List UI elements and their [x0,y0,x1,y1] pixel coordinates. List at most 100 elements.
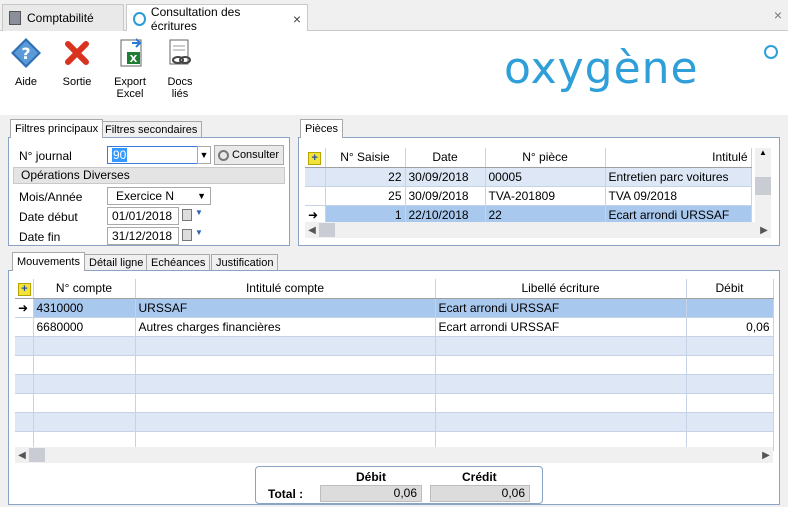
col-header[interactable]: Intitulé [605,148,752,168]
calculator-icon [9,11,21,25]
table-row [15,336,774,356]
cell: Ecart arrondi URSSAF [435,298,687,318]
col-header[interactable]: Débit [686,279,774,299]
calendar-icon[interactable] [182,229,192,241]
journal-input[interactable]: 90 [107,146,211,164]
date-fin-input[interactable]: 31/12/2018 [107,227,179,245]
mois-annee-select[interactable]: Exercice N ▼ [107,187,211,205]
consulter-label: Consulter [232,149,280,161]
cell [686,298,774,318]
journal-label: N° journal [19,149,72,163]
tab-detail-ligne[interactable]: Détail ligne [84,254,149,271]
tab-mouvements[interactable]: Mouvements [12,252,85,271]
total-debit: 0,06 [320,485,422,502]
linked-docs-icon [169,39,191,65]
table-row[interactable]: ➜ 4310000 URSSAF Ecart arrondi URSSAF [15,298,774,318]
col-header[interactable]: Intitulé compte [135,279,436,299]
aide-button[interactable]: ? Aide [4,37,48,88]
scroll-thumb[interactable] [755,177,771,195]
help-icon: ? [11,38,41,68]
journal-dropdown-icon[interactable]: ▼ [197,146,211,164]
scroll-left-icon[interactable]: ◀ [305,225,319,236]
journal-name: Opérations Diverses [13,167,285,184]
date-dropdown-icon[interactable]: ▼ [195,228,203,237]
table-row [15,412,774,432]
table-row [15,374,774,394]
scroll-left-icon[interactable]: ◀ [15,450,29,461]
col-header[interactable]: N° compte [33,279,136,299]
docs-lies-button[interactable]: Docs liés [158,37,202,100]
close-icon[interactable]: × [293,11,301,27]
cell: Autres charges financières [135,317,436,337]
table-row[interactable]: 25 30/09/2018 TVA-201809 TVA 09/2018 [305,186,752,206]
cell: 30/09/2018 [405,167,486,187]
excel-export-icon: X [120,38,142,67]
journal-value: 90 [112,148,128,162]
oxygene-logo: oxygène [504,43,699,94]
cell: 30/09/2018 [405,186,486,206]
cell: TVA 09/2018 [605,186,752,206]
horizontal-scrollbar[interactable]: ◀ ▶ [15,447,773,463]
mouvements-panel: + N° compte Intitulé compte Libellé écri… [8,270,780,505]
tab-label: Consultation des écritures [150,4,241,33]
atom-icon [133,11,146,26]
search-icon [218,149,229,161]
col-header[interactable]: N° Saisie [325,148,406,168]
date-fin-label: Date fin [19,230,61,244]
tab-consultation-ecritures[interactable]: Consultation des écritures × [126,4,308,33]
table-row[interactable]: 6680000 Autres charges financières Ecart… [15,317,774,337]
sortie-label: Sortie [62,76,92,88]
tab-echeances[interactable]: Echéances [146,254,211,271]
sortie-button[interactable]: Sortie [55,37,99,88]
svg-text:X: X [130,54,138,65]
tab-filtres-principaux[interactable]: Filtres principaux [10,119,104,138]
close-x-icon [65,41,89,65]
docs-label-1: Docs [167,76,193,88]
row-pointer-icon: ➜ [15,298,34,318]
tab-filtres-secondaires[interactable]: Filtres secondaires [100,121,203,138]
scroll-thumb[interactable] [319,223,335,237]
cell: 0,06 [686,317,774,337]
scroll-thumb[interactable] [29,448,45,462]
tab-label: Comptabilité [27,11,94,25]
consulter-button[interactable]: Consulter [214,145,284,165]
cell: 22 [325,167,406,187]
svg-text:?: ? [21,44,30,63]
scroll-right-icon[interactable]: ▶ [757,225,771,236]
col-header[interactable]: Date [405,148,486,168]
vertical-scrollbar[interactable]: ▲ [755,148,771,222]
export-excel-button[interactable]: X Export Excel [108,37,152,100]
chevron-down-icon: ▼ [197,191,206,201]
add-column-icon[interactable]: + [305,148,326,168]
export-label-2: Excel [116,88,144,100]
col-header[interactable]: Libellé écriture [435,279,687,299]
col-header[interactable]: N° pièce [485,148,606,168]
toolbar: ? Aide Sortie X Export Excel Docs liés o… [0,31,788,115]
totals-box: Débit Crédit Total : 0,06 0,06 [255,466,543,504]
debit-header: Débit [356,470,386,484]
calendar-icon[interactable] [182,209,192,221]
table-row[interactable]: 22 30/09/2018 00005 Entretien parc voitu… [305,167,752,187]
atom-logo-icon [764,45,778,59]
window-close-icon[interactable]: × [774,7,782,23]
tab-comptabilite[interactable]: Comptabilité [2,4,124,31]
table-row [15,393,774,413]
tab-justification[interactable]: Justification [211,254,279,271]
table-row [15,355,774,375]
add-column-icon[interactable]: + [15,279,34,299]
credit-header: Crédit [462,470,497,484]
cell: 6680000 [33,317,136,337]
cell: Entretien parc voitures [605,167,752,187]
scroll-right-icon[interactable]: ▶ [759,450,773,461]
pieces-panel: + N° Saisie Date N° pièce Intitulé 22 30… [298,137,780,246]
scroll-up-icon[interactable]: ▲ [755,148,771,157]
horizontal-scrollbar[interactable]: ◀ ▶ [305,222,771,238]
pieces-table: + N° Saisie Date N° pièce Intitulé 22 30… [305,148,752,225]
date-debut-label: Date début [19,210,78,224]
mouvements-table: + N° compte Intitulé compte Libellé écri… [15,279,774,451]
date-dropdown-icon[interactable]: ▼ [195,208,203,217]
docs-label-2: liés [171,88,189,100]
window-tab-bar: Comptabilité Consultation des écritures … [0,0,788,33]
date-debut-input[interactable]: 01/01/2018 [107,207,179,225]
tab-pieces[interactable]: Pièces [300,119,344,138]
